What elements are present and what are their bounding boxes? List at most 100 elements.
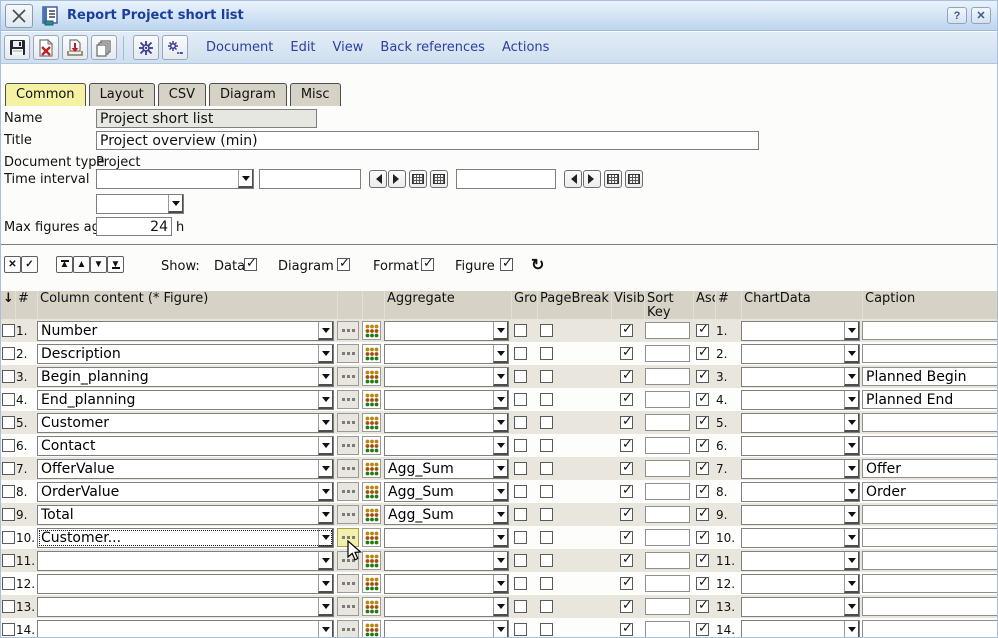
aggregate-select[interactable] — [384, 528, 509, 548]
color-format-button[interactable] — [362, 436, 381, 455]
visible-checkbox[interactable] — [620, 485, 633, 498]
pagebreak-checkbox[interactable] — [540, 324, 553, 337]
color-format-button[interactable] — [362, 528, 381, 547]
move-top-button[interactable]: ▲ — [56, 256, 73, 273]
pagebreak-checkbox[interactable] — [540, 554, 553, 567]
column-content-select[interactable]: Contact — [37, 436, 334, 456]
group-checkbox[interactable] — [514, 485, 527, 498]
ellipsis-button[interactable] — [337, 413, 359, 432]
color-format-button[interactable] — [362, 321, 381, 340]
copy-button[interactable] — [91, 35, 117, 60]
column-content-select[interactable]: Description — [37, 344, 334, 364]
group-checkbox[interactable] — [514, 531, 527, 544]
color-format-button[interactable] — [362, 482, 381, 501]
ellipsis-button[interactable] — [337, 390, 359, 409]
menu-item-view[interactable]: View — [333, 40, 364, 55]
visible-checkbox[interactable] — [620, 508, 633, 521]
visible-checkbox[interactable] — [620, 347, 633, 360]
sort-key-field[interactable] — [645, 483, 690, 500]
tab-misc[interactable]: Misc — [290, 83, 341, 106]
group-checkbox[interactable] — [514, 600, 527, 613]
aggregate-select[interactable] — [384, 574, 509, 594]
chartdata-select[interactable] — [741, 574, 860, 594]
visible-checkbox[interactable] — [620, 623, 633, 636]
toggle-format-checkbox[interactable] — [421, 258, 434, 271]
chartdata-select[interactable] — [741, 344, 860, 364]
ellipsis-button[interactable] — [337, 367, 359, 386]
aggregate-select[interactable] — [384, 390, 509, 410]
caption-field[interactable]: Offer — [862, 459, 998, 478]
column-content-select[interactable] — [37, 551, 334, 571]
color-format-button[interactable] — [362, 413, 381, 432]
menu-item-edit[interactable]: Edit — [290, 40, 315, 55]
caption-field[interactable] — [862, 436, 998, 455]
row-select-checkbox[interactable] — [2, 393, 15, 406]
asc-checkbox[interactable] — [696, 370, 709, 383]
import-document-button[interactable] — [62, 35, 88, 60]
sort-key-field[interactable] — [645, 391, 690, 408]
ellipsis-button[interactable] — [337, 620, 359, 638]
column-content-select[interactable]: Customer... — [37, 528, 334, 548]
visible-checkbox[interactable] — [620, 370, 633, 383]
group-checkbox[interactable] — [514, 347, 527, 360]
pagebreak-checkbox[interactable] — [540, 439, 553, 452]
visible-checkbox[interactable] — [620, 393, 633, 406]
group-checkbox[interactable] — [514, 416, 527, 429]
date-prev-button-1[interactable] — [369, 170, 387, 188]
calendar-button-2[interactable] — [430, 170, 448, 188]
select-all-button[interactable]: ✓ — [21, 256, 38, 273]
aggregate-select[interactable] — [384, 344, 509, 364]
pagebreak-checkbox[interactable] — [540, 485, 553, 498]
aggregate-select[interactable]: Agg_Sum — [384, 482, 509, 502]
column-content-select[interactable]: OfferValue — [37, 459, 334, 479]
color-format-button[interactable] — [362, 551, 381, 570]
menu-item-document[interactable]: Document — [206, 40, 273, 55]
color-format-button[interactable] — [362, 459, 381, 478]
row-select-checkbox[interactable] — [2, 600, 15, 613]
pagebreak-checkbox[interactable] — [540, 508, 553, 521]
chartdata-select[interactable] — [741, 505, 860, 525]
asc-checkbox[interactable] — [696, 623, 709, 636]
caption-field[interactable] — [862, 620, 998, 638]
delete-document-button[interactable] — [33, 35, 59, 60]
deselect-all-button[interactable]: ✕ — [4, 256, 21, 273]
color-format-button[interactable] — [362, 367, 381, 386]
ellipsis-button[interactable] — [337, 597, 359, 616]
asc-checkbox[interactable] — [696, 347, 709, 360]
group-checkbox[interactable] — [514, 439, 527, 452]
time-from-field[interactable] — [259, 169, 361, 189]
aggregate-select[interactable] — [384, 597, 509, 617]
max-figures-age-field[interactable]: 24 — [96, 217, 172, 236]
sort-key-field[interactable] — [645, 322, 690, 339]
visible-checkbox[interactable] — [620, 439, 633, 452]
calendar-button-4[interactable] — [625, 170, 643, 188]
color-format-button[interactable] — [362, 620, 381, 638]
visible-checkbox[interactable] — [620, 554, 633, 567]
pagebreak-checkbox[interactable] — [540, 370, 553, 383]
ellipsis-button[interactable] — [337, 321, 359, 340]
forward-references-button[interactable] — [162, 35, 188, 60]
caption-field[interactable]: Planned End — [862, 390, 998, 409]
window-close-gadget[interactable] — [5, 4, 33, 28]
group-checkbox[interactable] — [514, 508, 527, 521]
asc-checkbox[interactable] — [696, 324, 709, 337]
row-select-checkbox[interactable] — [2, 347, 15, 360]
ellipsis-button[interactable] — [337, 505, 359, 524]
chartdata-select[interactable] — [741, 528, 860, 548]
column-content-select[interactable]: End_planning — [37, 390, 334, 410]
pagebreak-checkbox[interactable] — [540, 393, 553, 406]
sort-key-field[interactable] — [645, 414, 690, 431]
sort-key-field[interactable] — [645, 621, 690, 638]
caption-field[interactable] — [862, 551, 998, 570]
color-format-button[interactable] — [362, 597, 381, 616]
move-down-button[interactable]: ▼ — [90, 256, 107, 273]
group-checkbox[interactable] — [514, 554, 527, 567]
row-select-checkbox[interactable] — [2, 370, 15, 383]
pagebreak-checkbox[interactable] — [540, 531, 553, 544]
visible-checkbox[interactable] — [620, 416, 633, 429]
caption-field[interactable]: Planned Begin — [862, 367, 998, 386]
asc-checkbox[interactable] — [696, 600, 709, 613]
time-interval-select[interactable] — [96, 169, 254, 189]
column-content-select[interactable]: Begin_planning — [37, 367, 334, 387]
back-references-button[interactable] — [133, 35, 159, 60]
